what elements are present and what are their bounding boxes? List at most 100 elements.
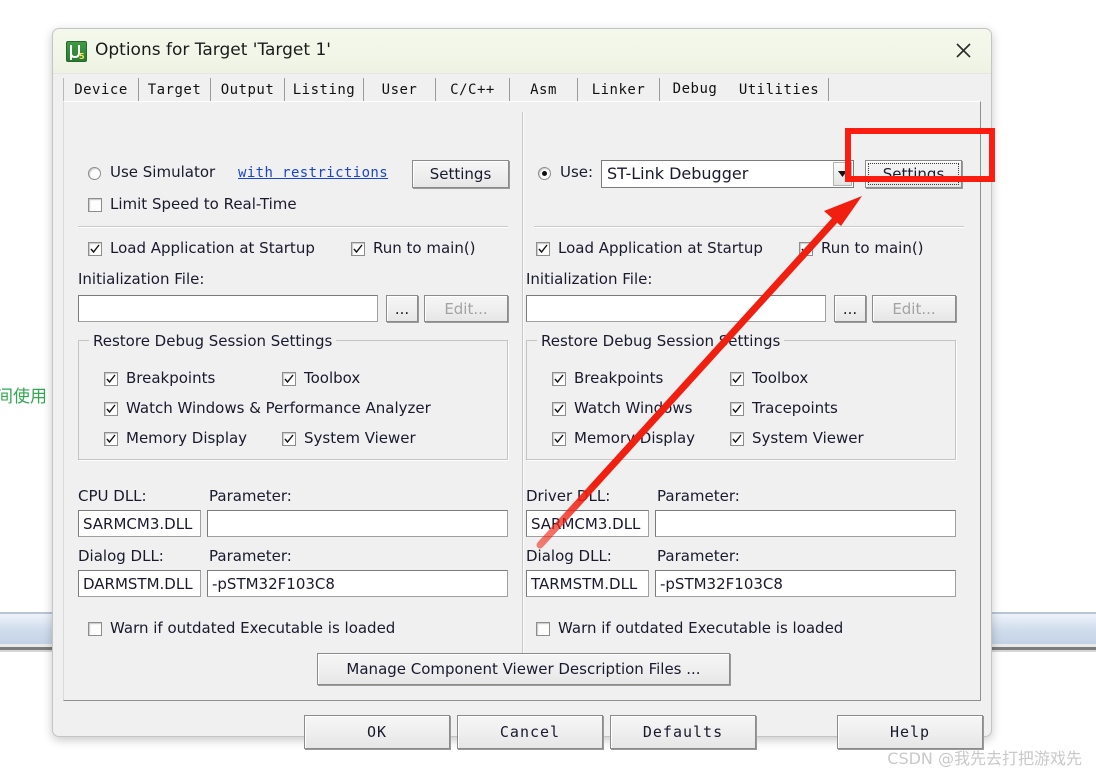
use-debugger-radio-dot [542, 171, 547, 176]
cpu-dll-param-input[interactable] [207, 510, 508, 537]
sim-init-file-label: Initialization File: [78, 270, 204, 288]
dbg-memory-display-checkbox[interactable] [552, 432, 566, 446]
limit-speed-label: Limit Speed to Real-Time [110, 195, 297, 213]
svg-text:5: 5 [79, 52, 85, 61]
dbg-dialog-dll-label: Dialog DLL: [526, 547, 612, 565]
sim-dialog-dll-label: Dialog DLL: [78, 547, 164, 565]
left-pane-separator [78, 226, 508, 228]
dbg-watch-windows-checkbox[interactable] [552, 402, 566, 416]
cancel-button[interactable]: Cancel [457, 715, 603, 749]
sim-watch-windows-checkbox[interactable] [104, 402, 118, 416]
dbg-system-viewer-checkbox[interactable] [730, 432, 744, 446]
panel-vertical-divider [522, 112, 524, 672]
tab-cpp[interactable]: C/C++ [436, 78, 510, 101]
right-pane-separator [534, 226, 964, 228]
dialog-footer: OK Cancel Defaults Help [63, 703, 981, 727]
driver-dll-input[interactable]: SARMCM3.DLL [526, 510, 649, 537]
tab-listing[interactable]: Listing [285, 78, 364, 101]
tab-asm[interactable]: Asm [510, 78, 578, 101]
sim-toolbox-checkbox[interactable] [282, 372, 296, 386]
dbg-load-app-checkbox[interactable] [536, 242, 550, 256]
dbg-restore-group-title: Restore Debug Session Settings [537, 332, 784, 350]
dbg-load-app-label: Load Application at Startup [558, 239, 763, 257]
dbg-init-file-input[interactable] [526, 295, 826, 322]
help-button[interactable]: Help [837, 715, 983, 749]
simulator-settings-button[interactable]: Settings [412, 160, 509, 188]
sim-browse-button[interactable]: ... [386, 295, 418, 322]
debugger-select[interactable]: ST-Link Debugger [601, 160, 854, 188]
sim-breakpoints-label: Breakpoints [126, 369, 215, 387]
tab-output[interactable]: Output [211, 78, 285, 101]
sim-watch-windows-label: Watch Windows & Performance Analyzer [126, 399, 431, 417]
tab-target[interactable]: Target [139, 78, 211, 101]
sim-browse-label: ... [395, 300, 409, 318]
cpu-dll-label: CPU DLL: [78, 487, 147, 505]
sim-restore-group-title: Restore Debug Session Settings [89, 332, 336, 350]
dialog-titlebar: 5 Options for Target 'Target 1' [53, 29, 991, 74]
dbg-init-file-label: Initialization File: [526, 270, 652, 288]
dbg-edit-button[interactable]: Edit... [872, 295, 956, 322]
cpu-dll-param-label: Parameter: [209, 487, 292, 505]
sim-memory-display-checkbox[interactable] [104, 432, 118, 446]
driver-dll-label: Driver DLL: [526, 487, 610, 505]
background-green-note: 间使用 [0, 382, 47, 407]
tab-linker[interactable]: Linker [578, 78, 660, 101]
dbg-warn-outdated-label: Warn if outdated Executable is loaded [558, 619, 843, 637]
dbg-tracepoints-checkbox[interactable] [730, 402, 744, 416]
cancel-button-label: Cancel [500, 723, 560, 741]
tab-user[interactable]: User [364, 78, 436, 101]
chevron-down-icon[interactable] [833, 162, 852, 186]
sim-run-to-main-label: Run to main() [373, 239, 476, 257]
debugger-settings-focus-ring [868, 163, 959, 185]
simulator-settings-label: Settings [430, 165, 492, 183]
dbg-dialog-param-input[interactable]: -pSTM32F103C8 [655, 570, 956, 597]
manage-component-viewer-label: Manage Component Viewer Description File… [346, 660, 700, 678]
sim-breakpoints-checkbox[interactable] [104, 372, 118, 386]
limit-speed-checkbox[interactable] [88, 198, 102, 212]
sim-run-to-main-checkbox[interactable] [351, 242, 365, 256]
dbg-breakpoints-checkbox[interactable] [552, 372, 566, 386]
dbg-system-viewer-label: System Viewer [752, 429, 864, 447]
dbg-dialog-dll-input[interactable]: TARMSTM.DLL [526, 570, 649, 597]
dbg-toolbox-checkbox[interactable] [730, 372, 744, 386]
sim-load-app-checkbox[interactable] [88, 242, 102, 256]
use-debugger-radio[interactable] [538, 167, 551, 180]
dbg-run-to-main-checkbox[interactable] [799, 242, 813, 256]
sim-load-app-label: Load Application at Startup [110, 239, 315, 257]
tab-utilities[interactable]: Utilities [730, 78, 829, 101]
debugger-settings-button[interactable]: Settings [865, 160, 962, 188]
use-simulator-radio[interactable] [88, 167, 101, 180]
sim-system-viewer-checkbox[interactable] [282, 432, 296, 446]
ok-button-label: OK [367, 723, 387, 741]
cpu-dll-input[interactable]: SARMCM3.DLL [78, 510, 201, 537]
debug-tab-panel: Use Simulator with restrictions Settings… [63, 101, 981, 701]
dialog-title: Options for Target 'Target 1' [95, 40, 331, 60]
tab-debug[interactable]: Debug [660, 75, 730, 102]
sim-edit-button[interactable]: Edit... [424, 295, 508, 322]
screenshot-root: 间使用 CSDN @我先去打把游戏先 5 Options for Target … [0, 0, 1096, 775]
tab-device[interactable]: Device [63, 78, 139, 101]
with-restrictions-link[interactable]: with restrictions [238, 165, 388, 181]
sim-dialog-param-input[interactable]: -pSTM32F103C8 [207, 570, 508, 597]
use-simulator-label: Use Simulator [110, 163, 215, 181]
sim-warn-outdated-checkbox[interactable] [88, 622, 102, 636]
help-button-label: Help [890, 723, 930, 741]
debugger-select-value: ST-Link Debugger [607, 164, 748, 183]
defaults-button[interactable]: Defaults [610, 715, 756, 749]
manage-component-viewer-button[interactable]: Manage Component Viewer Description File… [317, 653, 730, 685]
sim-init-file-input[interactable] [78, 295, 378, 322]
ok-button[interactable]: OK [304, 715, 450, 749]
options-dialog: 5 Options for Target 'Target 1' Device T… [52, 28, 992, 737]
dbg-tracepoints-label: Tracepoints [752, 399, 838, 417]
sim-toolbox-label: Toolbox [304, 369, 360, 387]
dbg-warn-outdated-checkbox[interactable] [536, 622, 550, 636]
sim-dialog-dll-input[interactable]: DARMSTM.DLL [78, 570, 201, 597]
dbg-toolbox-label: Toolbox [752, 369, 808, 387]
close-icon[interactable] [935, 29, 991, 72]
sim-system-viewer-label: System Viewer [304, 429, 416, 447]
dbg-edit-label: Edit... [892, 300, 935, 318]
driver-dll-param-input[interactable] [655, 510, 956, 537]
dbg-browse-button[interactable]: ... [834, 295, 866, 322]
sim-edit-label: Edit... [444, 300, 487, 318]
sim-memory-display-label: Memory Display [126, 429, 247, 447]
